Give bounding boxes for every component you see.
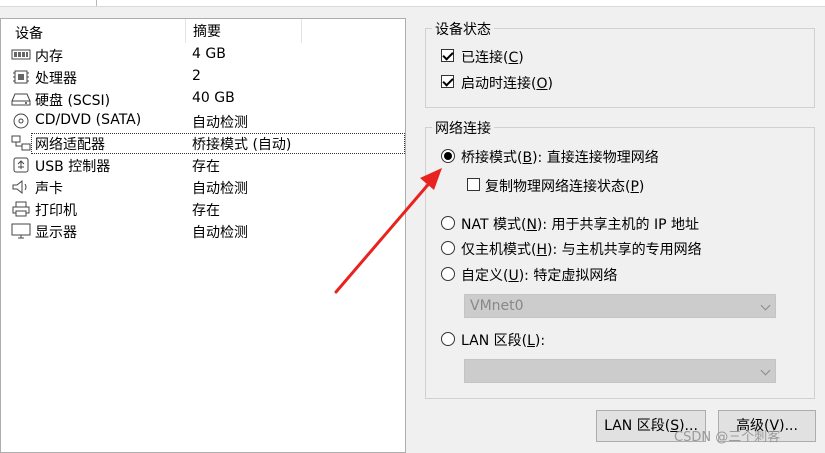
chevron-down-icon xyxy=(760,365,771,376)
device-status-group: 设备状态 已连接(C) 启动时连接(O) xyxy=(425,19,815,108)
device-row-display[interactable]: 显示器 自动检测 xyxy=(1,220,405,242)
device-row-usb-controller[interactable]: USB 控制器 存在 xyxy=(1,154,405,176)
device-name: 网络适配器 xyxy=(35,137,105,153)
column-divider xyxy=(301,19,302,43)
custom-radio[interactable] xyxy=(441,267,455,281)
device-name: 声卡 xyxy=(35,181,63,197)
printer-icon xyxy=(12,201,30,217)
device-summary: 自动检测 xyxy=(192,181,248,197)
device-row-memory[interactable]: 内存 4 GB xyxy=(1,44,405,66)
usb-icon xyxy=(13,157,29,173)
memory-icon xyxy=(11,49,31,60)
device-name: 硬盘 (SCSI) xyxy=(35,93,111,109)
connect-on-start-label[interactable]: 启动时连接(O) xyxy=(461,73,553,93)
cd-icon xyxy=(13,113,29,129)
device-name: USB 控制器 xyxy=(35,159,111,175)
top-divider xyxy=(96,0,97,6)
device-row-sound-card[interactable]: 声卡 自动检测 xyxy=(1,176,405,198)
nat-radio[interactable] xyxy=(441,216,455,230)
device-name: 处理器 xyxy=(35,71,77,87)
lan-segment-label[interactable]: LAN 区段(L): xyxy=(461,330,545,350)
watermark: CSDN @三个刺客 xyxy=(674,430,781,445)
device-summary: 自动检测 xyxy=(192,115,248,131)
device-name: CD/DVD (SATA) xyxy=(35,112,142,128)
replicate-state-label[interactable]: 复制物理网络连接状态(P) xyxy=(485,176,644,196)
sound-card-icon xyxy=(12,179,27,195)
nat-label[interactable]: NAT 模式(N): 用于共享主机的 IP 地址 xyxy=(461,214,699,234)
chevron-down-icon xyxy=(760,300,771,311)
custom-network-select[interactable]: VMnet0 xyxy=(464,294,776,318)
host-only-label[interactable]: 仅主机模式(H): 与主机共享的专用网络 xyxy=(461,239,702,259)
device-summary: 存在 xyxy=(192,203,220,219)
device-name: 显示器 xyxy=(35,225,77,241)
device-summary: 2 xyxy=(192,68,201,84)
device-name: 打印机 xyxy=(35,203,77,219)
host-only-radio[interactable] xyxy=(441,241,455,255)
device-summary: 自动检测 xyxy=(192,225,248,241)
device-row-printer[interactable]: 打印机 存在 xyxy=(1,198,405,220)
device-row-network-adapter[interactable]: 网络适配器 桥接模式 (自动) xyxy=(1,132,405,154)
device-summary: 桥接模式 (自动) xyxy=(192,137,292,153)
device-row-hard-disk[interactable]: 硬盘 (SCSI) 40 GB xyxy=(1,88,405,110)
top-strip xyxy=(0,0,825,7)
device-summary: 4 GB xyxy=(192,46,226,62)
device-summary: 40 GB xyxy=(192,90,235,106)
display-icon xyxy=(11,223,31,239)
cpu-icon xyxy=(13,70,29,84)
connected-checkbox[interactable] xyxy=(441,49,454,62)
device-summary: 存在 xyxy=(192,159,220,175)
summary-column-header[interactable]: 摘要 xyxy=(185,19,221,43)
lan-segment-radio[interactable] xyxy=(441,332,455,346)
device-row-cpu[interactable]: 处理器 2 xyxy=(1,66,405,88)
network-connection-title: 网络连接 xyxy=(432,118,494,138)
device-list-header: 设备 摘要 xyxy=(1,19,405,43)
hard-disk-icon xyxy=(11,93,31,106)
network-adapter-icon xyxy=(11,135,31,151)
device-column-header[interactable]: 设备 xyxy=(15,23,43,43)
network-connection-group: 网络连接 桥接模式(B): 直接连接物理网络 复制物理网络连接状态(P) NAT… xyxy=(425,118,815,399)
device-row-cd-dvd[interactable]: CD/DVD (SATA) 自动检测 xyxy=(1,110,405,132)
custom-label[interactable]: 自定义(U): 特定虚拟网络 xyxy=(461,265,617,285)
connect-on-start-checkbox[interactable] xyxy=(441,75,454,88)
device-name: 内存 xyxy=(35,49,63,65)
replicate-state-checkbox[interactable] xyxy=(467,178,480,191)
bridged-label[interactable]: 桥接模式(B): 直接连接物理网络 xyxy=(461,147,659,167)
connected-label[interactable]: 已连接(C) xyxy=(461,47,524,67)
custom-network-value: VMnet0 xyxy=(470,298,524,314)
lan-segment-select[interactable] xyxy=(464,359,776,383)
device-list[interactable]: 设备 摘要 内存 4 GB 处理器 2 硬盘 (SCSI) 40 GB CD/D… xyxy=(0,18,406,453)
bridged-radio[interactable] xyxy=(441,149,455,163)
device-status-title: 设备状态 xyxy=(432,19,494,39)
